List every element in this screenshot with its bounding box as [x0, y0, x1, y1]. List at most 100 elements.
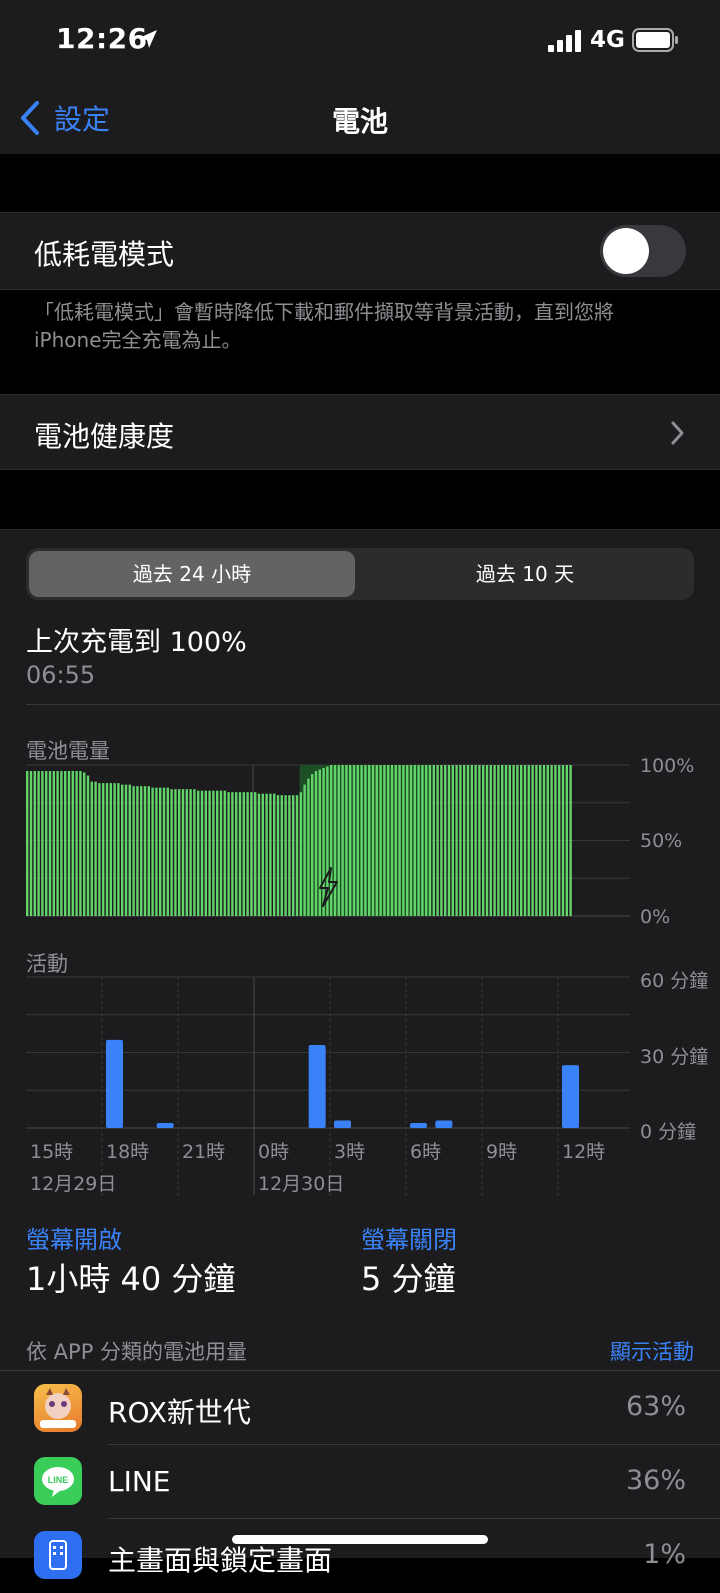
battery-bar: [520, 765, 523, 916]
battery-bar: [48, 771, 52, 916]
battery-health-label: 電池健康度: [34, 420, 175, 453]
battery-bar: [33, 771, 36, 916]
battery-bar: [94, 781, 97, 916]
home-indicator[interactable]: [232, 1535, 488, 1544]
network-type: 4G: [590, 27, 625, 53]
battery-bar: [159, 787, 162, 916]
battery-bar: [485, 765, 489, 916]
battery-bar: [29, 771, 33, 916]
battery-bar: [493, 765, 496, 916]
battery-bar: [356, 765, 359, 916]
battery-bar: [155, 787, 158, 916]
low-power-row[interactable]: 低耗電模式: [0, 212, 720, 290]
battery-bar: [227, 792, 230, 916]
battery-bar: [360, 765, 363, 916]
battery-bar: [117, 783, 120, 916]
battery-bar: [102, 783, 105, 916]
battery-bar: [299, 792, 302, 916]
page-title: 電池: [331, 105, 388, 138]
battery-bar: [121, 784, 124, 916]
battery-bar: [390, 765, 394, 916]
status-time: 12:26: [56, 22, 148, 55]
battery-bar: [235, 792, 238, 916]
battery-bar: [219, 790, 223, 916]
battery-bar: [246, 792, 249, 916]
x-label-21: 21時: [182, 1141, 226, 1163]
battery-bar: [231, 792, 234, 916]
app-row-line[interactable]: LINE LINE 36%: [0, 1445, 720, 1519]
battery-bar: [26, 771, 29, 916]
battery-bar: [558, 765, 561, 916]
usage-by-app-header: 依 APP 分類的電池用量: [26, 1340, 248, 1364]
battery-bar: [413, 765, 416, 916]
segment-24-hours[interactable]: 過去 24 小時: [29, 551, 355, 597]
app-row-rox[interactable]: ROX新世代 63%: [0, 1371, 720, 1445]
activity-bar: [410, 1122, 427, 1128]
last-charge-time: 06:55: [26, 661, 96, 689]
battery-bar: [523, 765, 527, 916]
battery-bar: [52, 771, 55, 916]
battery-bar: [379, 765, 382, 916]
battery-bar: [311, 774, 314, 916]
app-pct-home-lock: 1%: [643, 1539, 686, 1570]
battery-bar: [432, 765, 435, 916]
battery-bar: [428, 765, 432, 916]
battery-bar: [212, 790, 215, 916]
battery-bar: [550, 765, 553, 916]
status-bar: 12:26 4G: [0, 0, 720, 80]
battery-bar: [322, 768, 325, 916]
divider: [26, 704, 720, 705]
battery-bar: [193, 789, 196, 916]
location-arrow-icon: [139, 30, 157, 48]
battery-bar: [447, 765, 451, 916]
battery-bar: [242, 792, 245, 916]
battery-bar: [466, 765, 470, 916]
battery-bar: [508, 765, 511, 916]
show-activity-button[interactable]: 顯示活動: [610, 1336, 694, 1366]
screen-on-label: 螢幕開啟: [26, 1226, 122, 1254]
battery-bar: [83, 772, 86, 916]
battery-bar: [254, 792, 257, 916]
x-label-12: 12時: [562, 1141, 606, 1163]
battery-bar: [109, 783, 112, 916]
x-label-15: 15時: [30, 1141, 74, 1163]
last-charge-title: 上次充電到 100%: [26, 627, 247, 658]
rox-app-icon: [34, 1384, 82, 1432]
battery-bar: [143, 786, 147, 916]
battery-bar: [276, 795, 280, 916]
battery-bar: [489, 765, 492, 916]
battery-bar: [425, 765, 428, 916]
navigation-bar: 設定 電池: [0, 80, 720, 154]
battery-bar: [307, 778, 310, 916]
line-app-icon: LINE: [34, 1457, 82, 1505]
battery-bar: [170, 789, 173, 916]
battery-bar: [185, 789, 188, 916]
battery-bar: [60, 771, 63, 916]
battery-bar: [345, 765, 348, 916]
battery-bar: [292, 795, 295, 916]
battery-bar: [151, 787, 154, 916]
battery-bar: [90, 781, 93, 916]
low-power-toggle[interactable]: [600, 225, 686, 277]
cellular-signal-icon: [548, 30, 581, 52]
home-screen-app-icon: [34, 1531, 82, 1579]
battery-bar: [561, 765, 565, 916]
activity-bar: [106, 1039, 123, 1128]
app-name-rox: ROX新世代: [108, 1396, 251, 1429]
battery-bar: [280, 795, 283, 916]
battery-bar: [440, 765, 443, 916]
battery-bar: [37, 771, 40, 916]
segment-10-days[interactable]: 過去 10 天: [360, 551, 690, 597]
battery-bar: [341, 765, 344, 916]
x-label-6: 6時: [410, 1141, 442, 1163]
battery-bar: [174, 789, 177, 916]
battery-bar: [516, 765, 519, 916]
battery-bar: [504, 765, 508, 916]
battery-health-row[interactable]: 電池健康度: [0, 394, 720, 470]
battery-bar: [105, 783, 109, 916]
battery-bar: [406, 765, 409, 916]
activity-bar: [156, 1122, 174, 1128]
app-name-home-lock: 主畫面與鎖定畫面: [108, 1544, 333, 1577]
app-row-home-lock[interactable]: 主畫面與鎖定畫面 1%: [0, 1519, 720, 1593]
battery-bar: [546, 765, 549, 916]
